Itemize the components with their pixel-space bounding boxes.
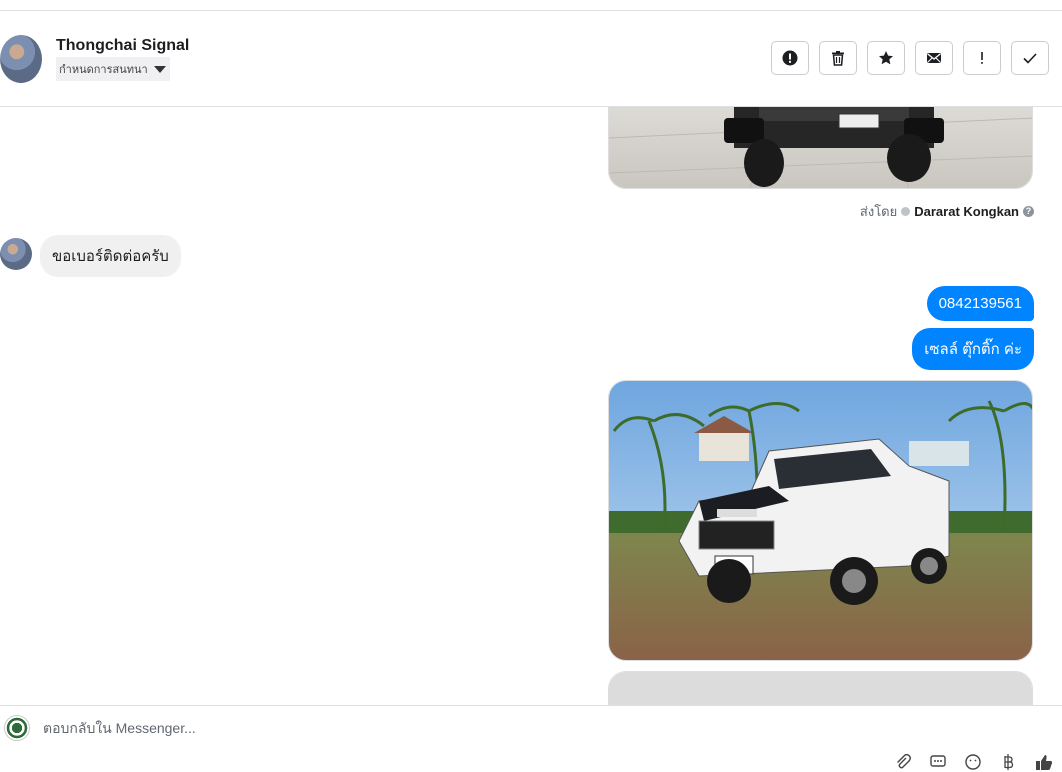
incoming-message-bubble[interactable]: ขอเบอร์ติดต่อครับ [40, 235, 181, 277]
header-actions [771, 41, 1049, 75]
trash-icon [832, 51, 844, 66]
message-thread[interactable]: ส่งโดย Dararat Kongkan ? ขอเบอร์ติดต่อคร… [0, 107, 1062, 705]
envelope-icon [927, 53, 941, 63]
attachment-icon [897, 753, 911, 769]
star-icon [879, 51, 893, 65]
outgoing-message-bubble[interactable]: 0842139561 [926, 286, 1034, 321]
exclamation-icon [981, 52, 983, 64]
like-icon [1036, 755, 1053, 770]
page-avatar [4, 715, 30, 741]
contact-name[interactable]: Thongchai Signal [56, 37, 189, 55]
contact-avatar[interactable] [0, 35, 42, 83]
reply-input[interactable] [43, 720, 643, 736]
sent-by-name[interactable]: Dararat Kongkan [914, 204, 1019, 219]
sent-by-prefix: ส่งโดย [859, 204, 898, 219]
caret-down-icon [153, 65, 166, 73]
emoji-button[interactable] [963, 752, 983, 772]
important-button[interactable] [963, 41, 1001, 75]
check-icon [1023, 53, 1037, 64]
done-button[interactable] [1011, 41, 1049, 75]
conversation-header: Thongchai Signal กำหนดการสนทนา [0, 11, 1062, 107]
alert-circle-icon [782, 50, 798, 66]
contact-avatar-small[interactable] [0, 238, 32, 270]
chat-bubble-icon [930, 755, 946, 767]
mark-unread-button[interactable] [915, 41, 953, 75]
conversation-settings-dropdown[interactable]: กำหนดการสนทนา [56, 57, 170, 81]
sent-photo-truck-rear[interactable] [608, 107, 1033, 189]
like-button[interactable] [1034, 752, 1054, 772]
currency-icon [1004, 754, 1014, 770]
report-button[interactable] [771, 41, 809, 75]
conversation-settings-label: กำหนดการสนทนา [59, 64, 148, 76]
sent-photo-partial[interactable] [608, 671, 1033, 705]
outgoing-message-bubble[interactable]: เซลล์ ตุ๊กติ๊ก ค่ะ [912, 328, 1034, 370]
delete-button[interactable] [819, 41, 857, 75]
sent-photo-truck[interactable] [608, 380, 1033, 661]
emoji-icon [965, 754, 981, 770]
attachment-button[interactable] [893, 752, 913, 772]
help-icon[interactable]: ? [1023, 206, 1034, 217]
payment-button[interactable] [998, 752, 1018, 772]
star-button[interactable] [867, 41, 905, 75]
saved-replies-button[interactable] [928, 752, 948, 772]
verified-dot-icon [901, 207, 911, 216]
reply-composer [0, 705, 1062, 770]
sent-by-info: ส่งโดย Dararat Kongkan ? [860, 201, 1034, 222]
